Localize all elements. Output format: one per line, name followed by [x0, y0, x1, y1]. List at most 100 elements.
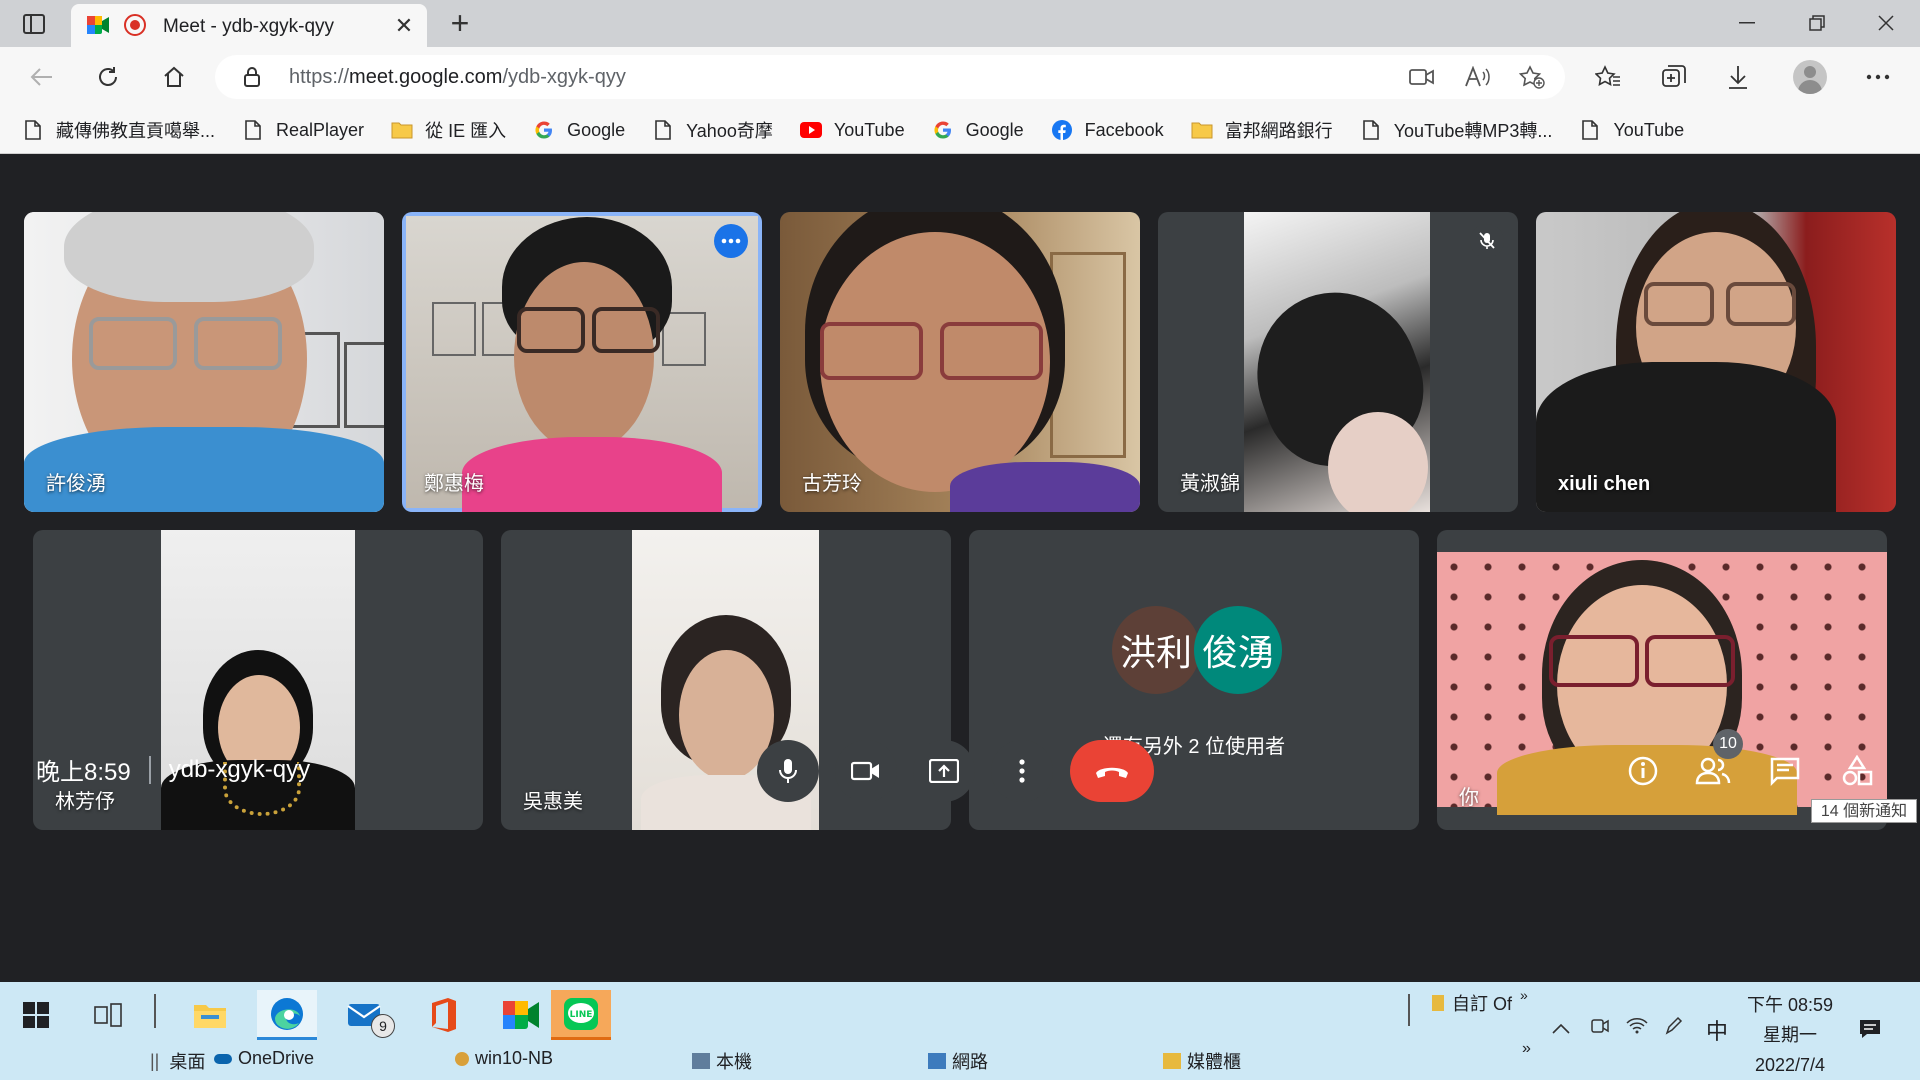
muted-mic-icon: [1470, 224, 1504, 258]
bookmark-item[interactable]: YouTube轉MP3轉...: [1360, 117, 1553, 143]
lock-icon[interactable]: [243, 66, 261, 93]
libraries-label[interactable]: 媒體櫃: [1163, 1048, 1241, 1074]
bookmark-item[interactable]: RealPlayer: [242, 119, 364, 141]
meeting-info-icon[interactable]: [1620, 748, 1666, 794]
google-icon: [932, 119, 954, 141]
meeting-details[interactable]: 晚上8:59 ydb-xgyk-qyy: [36, 752, 310, 787]
participant-name: xiuli chen: [1558, 473, 1651, 495]
participant-tile-5[interactable]: xiuli chen: [1536, 212, 1896, 512]
meet-favicon-icon: [87, 16, 109, 34]
this-pc-label[interactable]: 本機: [692, 1048, 752, 1074]
office-icon[interactable]: [413, 990, 473, 1040]
bookmark-item[interactable]: Google: [932, 119, 1024, 141]
bookmark-item[interactable]: Yahoo奇摩: [652, 117, 773, 143]
windows-taskbar: 9 LINE || 桌面 OneDrive win10-NB 本機 網路 媒體櫃 …: [0, 982, 1920, 1080]
folder-icon: [1432, 995, 1444, 1011]
bookmark-label: Google: [965, 119, 1024, 140]
bookmark-item[interactable]: 富邦網路銀行: [1191, 117, 1333, 143]
bookmark-label: 藏傳佛教直貢噶舉...: [56, 121, 216, 141]
camera-button[interactable]: [835, 740, 897, 802]
camera-in-use-icon[interactable]: [1407, 63, 1437, 91]
show-hidden-icons-chevron[interactable]: [1552, 1018, 1570, 1039]
meeting-time: 晚上8:59: [36, 759, 131, 786]
refresh-button[interactable]: [90, 59, 126, 95]
minimize-button[interactable]: [1724, 6, 1770, 40]
recording-icon: [124, 14, 146, 36]
favorites-icon[interactable]: [1590, 59, 1626, 95]
bookmark-item[interactable]: Facebook: [1051, 119, 1164, 141]
back-button[interactable]: [24, 59, 60, 95]
input-method-indicator[interactable]: 中: [1706, 1014, 1728, 1046]
task-view-icon[interactable]: [78, 990, 138, 1040]
meeting-code: ydb-xgyk-qyy: [168, 755, 311, 783]
file-explorer-icon[interactable]: [180, 990, 240, 1040]
divider: [148, 755, 151, 784]
window-close-button[interactable]: [1863, 6, 1909, 40]
new-tab-button[interactable]: +: [444, 7, 476, 40]
url-text[interactable]: https://meet.google.com/ydb-xgyk-qyy: [289, 66, 626, 89]
edge-browser-icon[interactable]: [257, 990, 317, 1040]
onedrive-toolbar-label[interactable]: OneDrive: [214, 1048, 314, 1069]
tab-actions-icon[interactable]: [14, 8, 54, 40]
user-icon: [455, 1051, 469, 1066]
read-aloud-icon[interactable]: [1462, 63, 1492, 91]
add-favorite-icon[interactable]: [1517, 63, 1547, 91]
bookmark-item[interactable]: 藏傳佛教直貢噶舉...: [22, 117, 215, 143]
notification-tooltip: 14 個新通知: [1811, 799, 1917, 823]
page-icon: [1579, 119, 1601, 141]
participant-options-icon[interactable]: [714, 224, 748, 258]
wifi-icon[interactable]: [1626, 1016, 1648, 1039]
line-app-icon[interactable]: LINE: [551, 990, 611, 1040]
network-label[interactable]: 網路: [928, 1048, 988, 1074]
network-icon: [928, 1053, 946, 1069]
user-folder-label[interactable]: win10-NB: [455, 1048, 553, 1069]
more-options-button[interactable]: [991, 740, 1053, 802]
notification-center-icon[interactable]: [1858, 1018, 1882, 1045]
more-options-icon[interactable]: [1860, 59, 1896, 95]
participant-tile-4[interactable]: 黃淑錦: [1158, 212, 1518, 512]
participant-tile-1[interactable]: 許俊湧: [24, 212, 384, 512]
participant-name: 吳惠美: [523, 791, 583, 813]
participant-name: 林芳伃: [55, 791, 115, 813]
collections-icon[interactable]: [1656, 59, 1692, 95]
profile-avatar[interactable]: [1793, 60, 1827, 94]
expand-toolbar-icon[interactable]: »: [1522, 1040, 1531, 1058]
custom-toolbar-label[interactable]: 自訂 Of»: [1432, 987, 1528, 1016]
bookmark-label: Facebook: [1084, 119, 1164, 140]
close-tab-icon[interactable]: ✕: [391, 13, 417, 39]
windows-start-icon[interactable]: [6, 990, 66, 1040]
bookmark-label: YouTube轉MP3轉...: [1393, 121, 1553, 141]
system-clock[interactable]: 下午 08:59 星期一 2022/7/4: [1744, 990, 1836, 1080]
present-screen-button[interactable]: [913, 740, 975, 802]
taskbar-divider: [154, 994, 156, 1028]
google-meet-icon[interactable]: [491, 990, 551, 1040]
people-count-badge: 10: [1713, 729, 1743, 759]
active-tab[interactable]: Meet - ydb-xgyk-qyy ✕: [71, 4, 427, 47]
microphone-button[interactable]: [757, 740, 819, 802]
bookmark-item[interactable]: YouTube: [1579, 119, 1684, 141]
bookmark-label: RealPlayer: [276, 119, 365, 140]
folder-icon: [391, 119, 413, 141]
downloads-icon[interactable]: [1720, 59, 1756, 95]
leave-call-button[interactable]: [1070, 740, 1154, 802]
restore-button[interactable]: [1794, 6, 1840, 40]
bookmark-item[interactable]: 從 IE 匯入: [391, 117, 506, 143]
page-icon: [1360, 119, 1382, 141]
bookmark-item[interactable]: Google: [533, 119, 625, 141]
activities-icon[interactable]: [1834, 748, 1880, 794]
bookmark-label: YouTube: [833, 119, 905, 140]
participant-tile-3[interactable]: 古芳玲: [780, 212, 1140, 512]
pen-icon[interactable]: [1664, 1016, 1684, 1041]
google-icon: [533, 119, 555, 141]
bookmark-item[interactable]: YouTube: [799, 119, 905, 141]
participant-name: 鄭惠梅: [424, 473, 484, 495]
address-bar[interactable]: https://meet.google.com/ydb-xgyk-qyy: [215, 55, 1565, 99]
meet-now-icon[interactable]: [1590, 1016, 1610, 1041]
mail-icon[interactable]: 9: [335, 990, 395, 1040]
chat-icon[interactable]: [1762, 748, 1808, 794]
participant-name: 許俊湧: [46, 473, 106, 495]
youtube-icon: [799, 119, 822, 141]
desktop-toolbar-label[interactable]: || 桌面: [150, 1048, 205, 1074]
participant-tile-2[interactable]: 鄭惠梅: [402, 212, 762, 512]
home-button[interactable]: [156, 59, 192, 95]
